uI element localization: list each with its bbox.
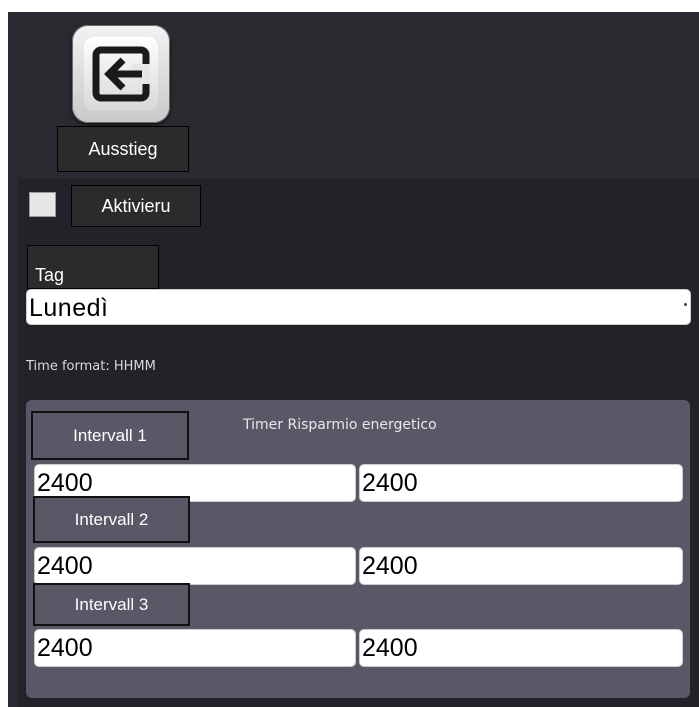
exit-label: Ausstieg [57,126,189,172]
activate-label: Aktivieru [71,185,201,227]
interval-3-end-input[interactable] [359,629,683,667]
dropdown-arrow-icon [684,303,687,306]
interval-3-label: Intervall 3 [33,583,190,626]
interval-1-end-input[interactable] [359,464,683,502]
interval-2-start-input[interactable] [34,547,356,585]
timer-title: Timer Risparmio energetico [243,417,437,433]
exit-button[interactable] [72,25,170,123]
interval-2-end-input[interactable] [359,547,683,585]
day-label: Tag [27,245,159,289]
interval-1-label: Intervall 1 [31,411,189,460]
exit-arrow-icon [84,37,158,111]
interval-3-start-input[interactable] [34,629,356,667]
day-select-value: Lunedì [29,294,109,322]
time-format-hint: Time format: HHMM [26,359,156,374]
day-select[interactable]: Lunedì [26,289,691,325]
interval-2-label: Intervall 2 [33,496,190,543]
activate-checkbox[interactable] [29,192,56,217]
